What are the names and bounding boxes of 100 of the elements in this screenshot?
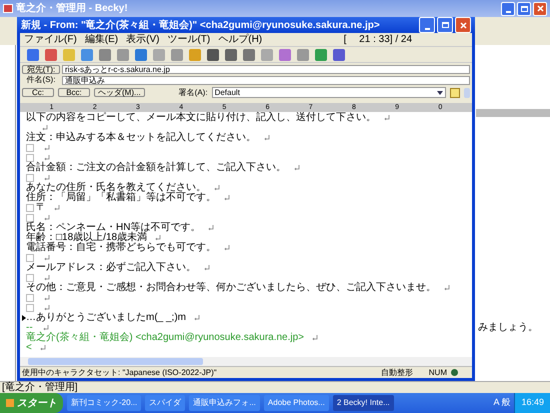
body-text: 注文：申込みする本＆セットを記入してください。 <box>26 133 256 143</box>
body-text: 年齢：□18歳以上/18歳未満 <box>26 233 148 243</box>
clock: 16:49 <box>521 396 544 410</box>
empty-square <box>26 304 34 312</box>
menu-item[interactable]: 表示(V) <box>122 34 164 44</box>
body-text: 〒 <box>36 203 46 213</box>
taskbar-button[interactable]: 2 Becky! Inte... <box>332 395 394 411</box>
empty-square <box>26 214 34 222</box>
toolbar-icon[interactable] <box>81 48 93 60</box>
globe-icon <box>451 369 458 376</box>
toolbar-icon[interactable] <box>279 48 291 60</box>
return-mark-icon <box>44 275 50 281</box>
cursor-icon <box>22 315 26 321</box>
toolbar-icon[interactable] <box>99 48 111 60</box>
return-mark-icon <box>40 345 46 351</box>
return-mark-icon <box>294 165 300 171</box>
return-mark-icon <box>42 125 48 131</box>
subject-field[interactable]: 通販申込み <box>62 76 470 84</box>
toolbar-icon[interactable] <box>207 48 219 60</box>
signature-dropdown[interactable]: Default <box>212 87 446 98</box>
return-mark-icon <box>264 135 270 141</box>
body-text: 電話番号：自宅・携帯どちらでも可です。 <box>26 243 216 253</box>
return-mark-icon <box>384 115 390 121</box>
num-status: NUM <box>428 368 447 376</box>
return-mark-icon <box>44 215 50 221</box>
return-mark-icon <box>224 245 230 251</box>
ime-indicator: A 般 <box>493 396 510 410</box>
taskbar-button[interactable]: 新刊コミック-20... <box>67 395 142 411</box>
return-mark-icon <box>312 335 318 341</box>
header-button[interactable]: Cc: <box>22 88 54 97</box>
body-text: その他：ご意見・ご感想・お問合わせ等、何かございましたら、ぜひ、ご記入下さいませ。 <box>26 283 436 293</box>
toolbar-icon[interactable] <box>45 48 57 60</box>
menu-item[interactable]: ヘルプ(H) <box>214 34 266 44</box>
toolbar-icon[interactable] <box>27 48 39 60</box>
wrap-status: 自動整形 <box>380 368 413 376</box>
body-text: あなたの住所・氏名を教えてください。 <box>26 183 206 193</box>
empty-square <box>26 294 34 302</box>
empty-square <box>26 274 34 282</box>
caret-icon <box>437 90 443 94</box>
toolbar-icon[interactable] <box>315 48 327 60</box>
empty-square <box>26 174 34 182</box>
return-mark-icon <box>224 195 230 201</box>
return-mark-icon <box>214 185 220 191</box>
maximize-icon[interactable] <box>437 17 453 33</box>
signature-label: 署名(A): <box>178 86 208 98</box>
return-mark-icon <box>44 145 50 151</box>
horizontal-scrollbar[interactable] <box>20 357 472 366</box>
return-mark-icon <box>44 295 50 301</box>
return-mark-icon <box>44 255 50 261</box>
return-mark-icon <box>208 225 214 231</box>
body-text: メールアドレス：必ずご記入下さい。 <box>26 263 196 273</box>
minimize-icon[interactable] <box>419 17 435 33</box>
signature-text: 竜之介(茶々組・竜姐会) <cha2gumi@ryunosuke.sakura.ne.jp> <box>26 333 304 343</box>
menu-item[interactable]: ツール(T) <box>163 34 214 44</box>
to-field[interactable]: risk-sあっとr-c-s.sakura.ne.jp <box>62 64 470 74</box>
return-mark-icon <box>54 205 60 211</box>
taskbar-button[interactable]: Adobe Photos... <box>264 395 329 411</box>
body-text: …ありがとうございましたm(_ _;)m <box>26 313 186 323</box>
toolbar-icon[interactable] <box>225 48 237 60</box>
subject-label: 件名(S): <box>26 76 56 84</box>
empty-square <box>26 204 34 212</box>
return-mark-icon <box>44 155 50 161</box>
empty-square <box>26 154 34 162</box>
return-mark-icon <box>204 265 210 271</box>
close-icon[interactable] <box>455 17 471 33</box>
minimize-icon[interactable] <box>501 2 515 16</box>
app-icon <box>3 4 13 13</box>
menu-item[interactable]: ファイル(F) <box>20 34 81 44</box>
empty-square <box>26 254 34 262</box>
taskbar-button[interactable]: 通販申込みフォ... <box>189 395 260 411</box>
body-text: 住所：「局留」「私書箱」等は不可です。 <box>26 193 216 203</box>
charset-status: 使用中のキャラクタセット: "Japanese (ISO-2022-JP)" <box>22 368 217 376</box>
return-mark-icon <box>44 305 50 311</box>
message-body[interactable] <box>20 112 472 357</box>
toolbar-icon[interactable] <box>333 48 345 60</box>
return-mark-icon <box>155 235 162 241</box>
signature-text: -- <box>26 323 33 333</box>
return-mark-icon <box>43 325 50 331</box>
header-button[interactable]: ヘッダ(M)... <box>94 88 145 97</box>
signature-text: < <box>26 343 32 353</box>
cursor-position: [ 21 : 33] / 24 <box>344 34 412 44</box>
return-mark-icon <box>194 315 200 321</box>
empty-square <box>26 144 34 152</box>
header-button[interactable]: Bcc: <box>58 88 90 97</box>
taskbar-button[interactable]: スパイダ <box>145 395 186 411</box>
window-title: 竜之介・管理用 - Becky! <box>16 1 128 16</box>
status-text: [竜之介・管理用] <box>2 382 78 392</box>
close-icon[interactable] <box>533 2 547 16</box>
toolbar-icon[interactable] <box>135 48 147 60</box>
to-button[interactable]: 宛先(T): <box>22 64 60 74</box>
window-title: 新規 - From: "竜之介(茶々組・竜姐会)" <cha2gumi@ryunosuke.sakura.ne.jp> <box>21 18 380 32</box>
background-text: みましょう。 <box>478 321 538 335</box>
return-mark-icon <box>44 175 50 181</box>
body-text: 氏名：ペンネーム・HN等は不可です。 <box>26 223 200 233</box>
return-mark-icon <box>444 285 450 291</box>
maximize-icon[interactable] <box>517 2 531 16</box>
toolbar-icon[interactable] <box>243 48 255 60</box>
body-text: 合計金額：ご注文の合計金額を計算して、ご記入下さい。 <box>26 163 286 173</box>
start-button[interactable]: スタート <box>0 393 63 413</box>
menu-item[interactable]: 編集(E) <box>80 34 122 44</box>
